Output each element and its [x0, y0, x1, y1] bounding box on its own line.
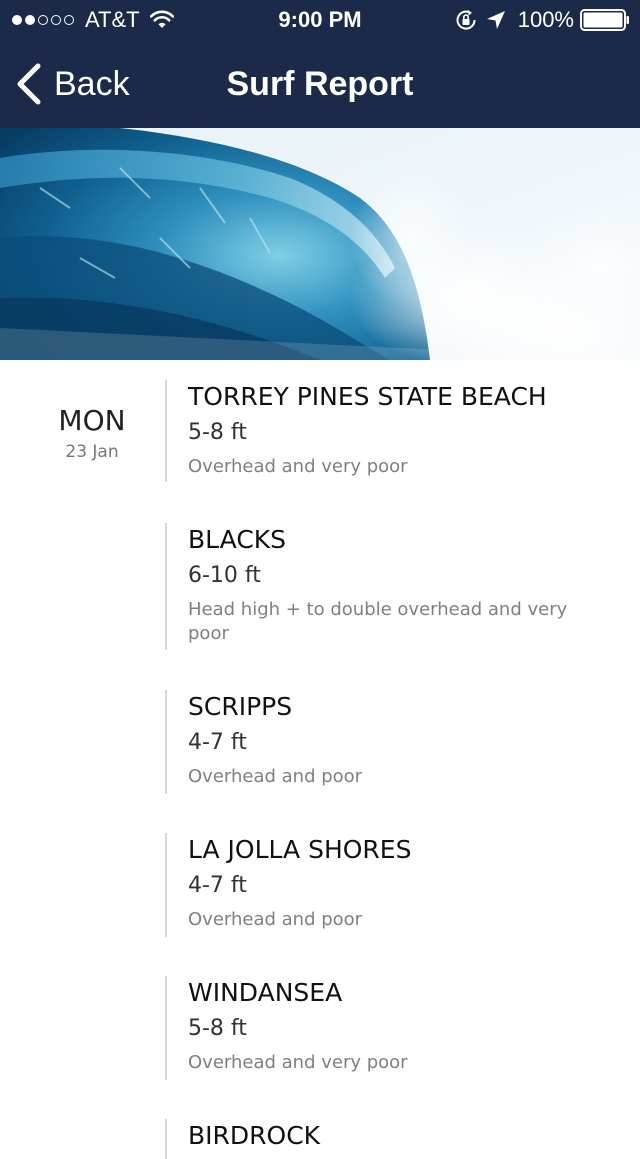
- battery-percent: 100%: [517, 7, 574, 32]
- list-item[interactable]: TORREY PINES STATE BEACH 5-8 ft Overhead…: [165, 380, 605, 482]
- list-item[interactable]: SCRIPPS 4-7 ft Overhead and poor: [165, 690, 605, 794]
- chevron-left-icon: [17, 63, 41, 105]
- spot-name: BIRDROCK: [188, 1121, 321, 1150]
- spot-name: LA JOLLA SHORES: [188, 835, 412, 864]
- spot-name: BLACKS: [188, 525, 287, 554]
- back-button[interactable]: Back: [14, 62, 130, 106]
- spot-description: Overhead and very poor: [188, 456, 408, 477]
- surf-report-list: MON 23 Jan TORREY PINES STATE BEACH 5-8 …: [0, 360, 640, 1159]
- spot-height: 4-7 ft: [188, 873, 247, 898]
- spot-height: 6-10 ft: [188, 563, 261, 588]
- spot-description: Overhead and poor: [188, 766, 363, 787]
- status-right: 100%: [454, 7, 630, 33]
- spot-height: 4-7 ft: [188, 730, 247, 755]
- list-item[interactable]: BLACKS 6-10 ft Head high + to double ove…: [165, 523, 605, 650]
- spot-name: TORREY PINES STATE BEACH: [188, 382, 547, 411]
- status-bar: AT&T 9:00 PM 100%: [0, 0, 640, 40]
- list-item[interactable]: LA JOLLA SHORES 4-7 ft Overhead and poor: [165, 833, 605, 937]
- spot-height: 5-8 ft: [188, 420, 247, 445]
- location-arrow-icon: [486, 11, 505, 29]
- battery-icon: [580, 9, 629, 31]
- hero-wave-image: [0, 128, 640, 360]
- back-label: Back: [54, 64, 130, 103]
- day-date: 23 Jan: [65, 442, 119, 462]
- day-label: MON 23 Jan: [0, 402, 184, 463]
- spot-description: Overhead and very poor: [188, 1052, 408, 1073]
- spot-description: Head high + to double overhead and very …: [188, 599, 568, 644]
- day-name: MON: [58, 404, 126, 437]
- header: AT&T 9:00 PM 100% Back Surf Report: [0, 0, 640, 128]
- navigation-bar: Back Surf Report: [0, 40, 640, 128]
- spot-description: Overhead and poor: [188, 909, 363, 930]
- orientation-lock-icon: [456, 10, 476, 30]
- list-item[interactable]: WINDANSEA 5-8 ft Overhead and very poor: [165, 976, 605, 1080]
- spot-name: WINDANSEA: [188, 978, 343, 1007]
- spot-name: SCRIPPS: [188, 692, 293, 721]
- spot-height: 5-8 ft: [188, 1016, 247, 1041]
- list-item[interactable]: BIRDROCK: [165, 1119, 605, 1159]
